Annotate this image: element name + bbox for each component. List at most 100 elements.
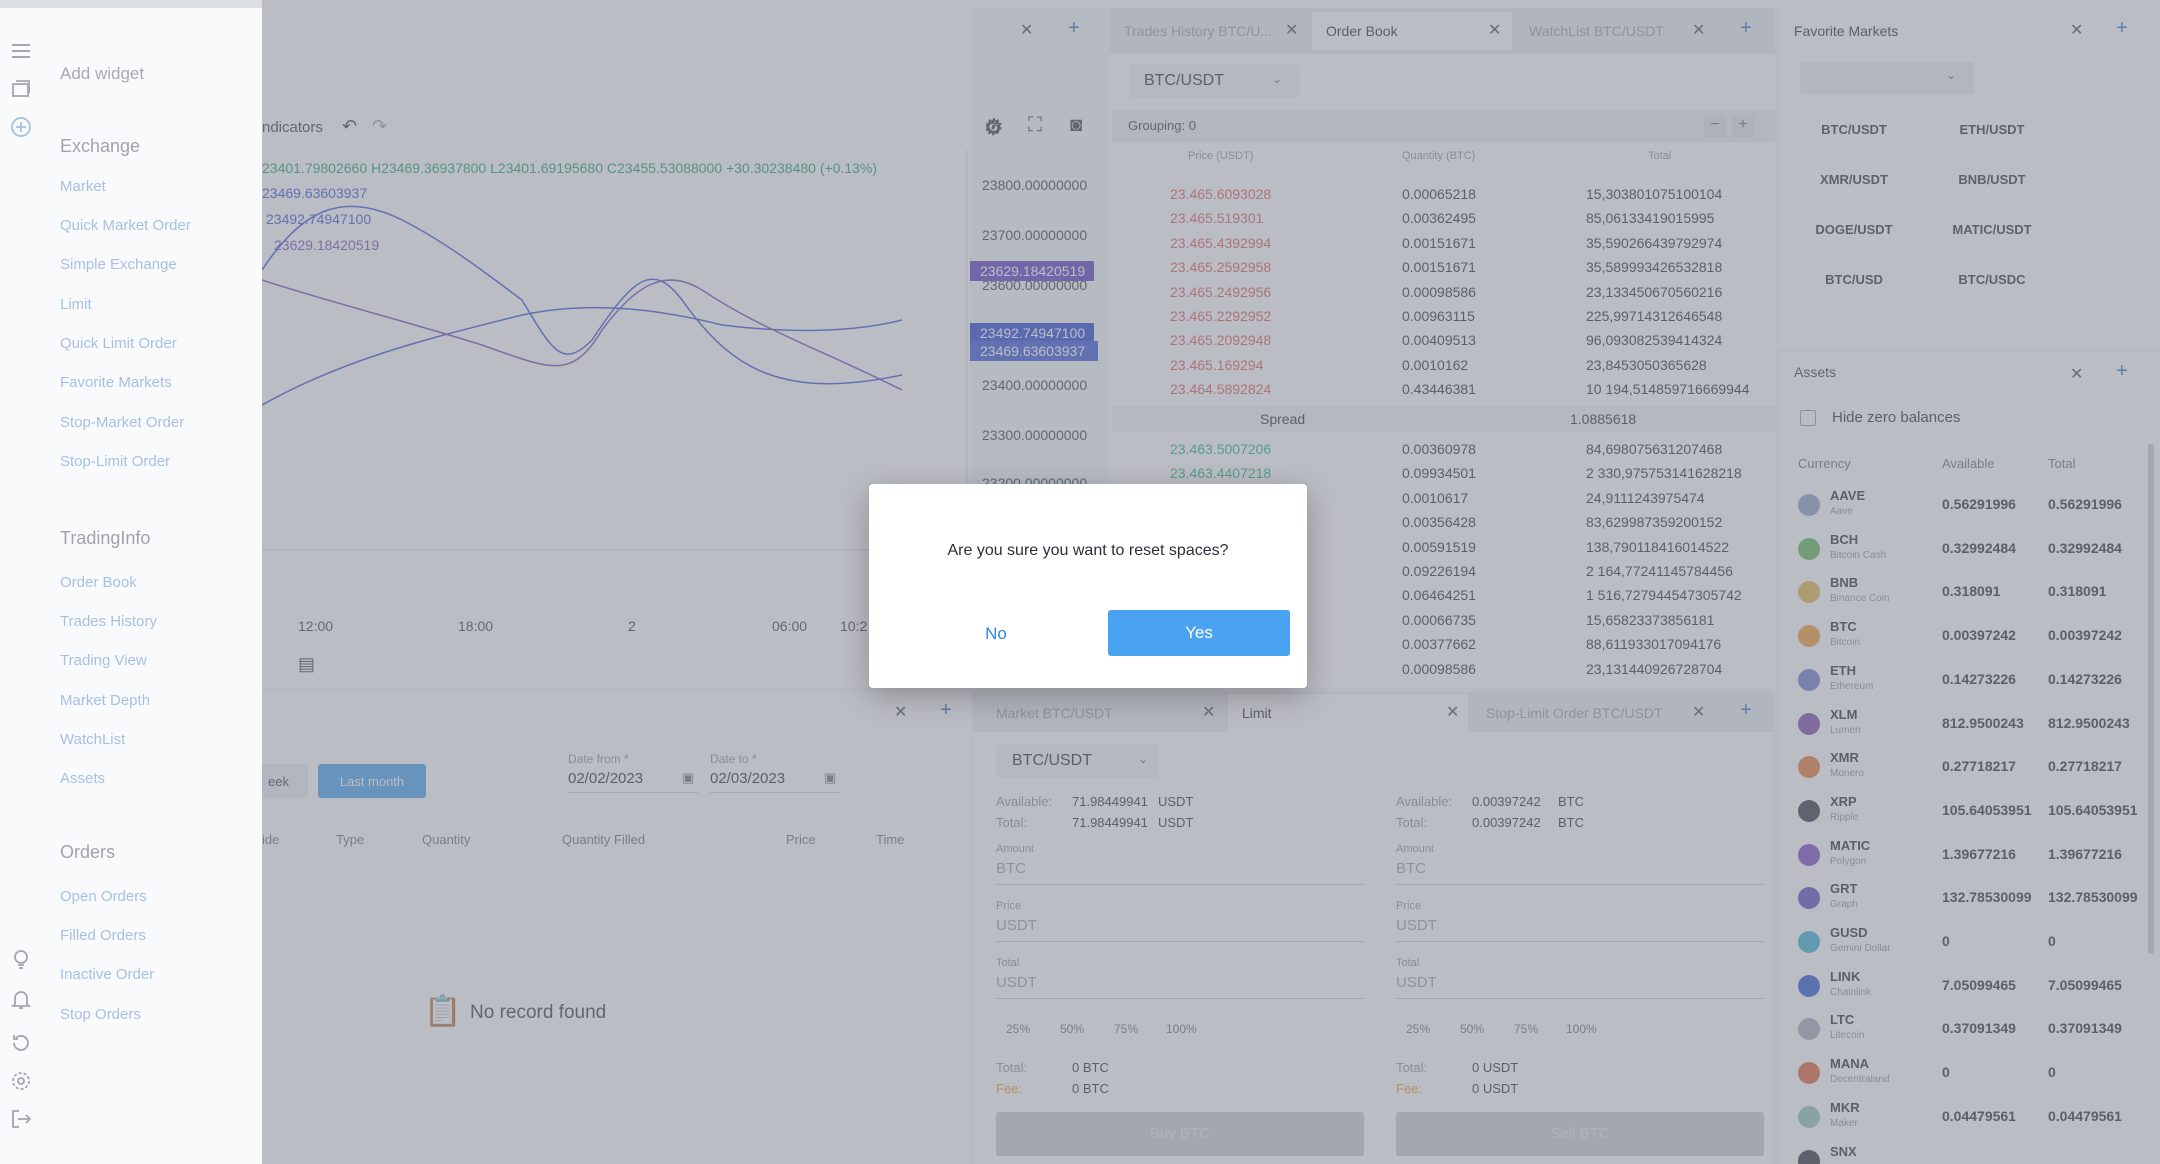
asset-row[interactable]: SNX — [1778, 1140, 2148, 1164]
assets-list[interactable]: AAVE Aave 0.56291996 0.56291996 BCH Bitcoin C… — [1778, 484, 2148, 1164]
sidebar-item-open-orders[interactable]: Open Orders — [60, 888, 147, 905]
sidebar-item-quick-market-order[interactable]: Quick Market Order — [60, 217, 191, 234]
asset-row[interactable]: XLM Lumen 812.9500243 812.9500243 — [1778, 703, 2148, 747]
asset-row[interactable]: BNB Binance Coin 0.318091 0.318091 — [1778, 571, 2148, 615]
sidebar-item-trades-history[interactable]: Trades History — [60, 613, 157, 630]
add-favorite-tab-icon[interactable]: + — [2116, 17, 2128, 40]
sell-pct-100[interactable]: 100% — [1566, 1022, 1597, 1036]
asset-row[interactable]: LTC Litecoin 0.37091349 0.37091349 — [1778, 1008, 2148, 1052]
close-favorite-markets-icon[interactable]: ✕ — [2070, 20, 2083, 40]
indicators-button[interactable]: ndicators — [262, 119, 323, 136]
sidebar-item-market[interactable]: Market — [60, 178, 106, 195]
favorite-pair-btc-usd[interactable]: BTC/USD — [1800, 260, 1908, 298]
grouping-plus-button[interactable]: + — [1732, 116, 1754, 138]
tab-limit[interactable]: Limit — [1228, 694, 1468, 732]
order-book-row[interactable]: 23.465.169294 0.0010162 23,8453050365628 — [1112, 353, 1772, 377]
buy-pct-100[interactable]: 100% — [1166, 1022, 1197, 1036]
asset-row[interactable]: XRP Ripple 105.64053951 105.64053951 — [1778, 790, 2148, 834]
favorite-filter-select[interactable]: ⌄ — [1800, 62, 1974, 94]
settings-icon[interactable]: ⚙ — [984, 114, 1004, 140]
hide-zero-checkbox[interactable] — [1800, 410, 1816, 426]
gear-icon[interactable] — [10, 1070, 32, 1092]
buy-button[interactable]: Buy BTC — [996, 1112, 1364, 1156]
favorite-pair-btc-usdc[interactable]: BTC/USDC — [1938, 260, 2046, 298]
order-book-row[interactable]: 23.465.2592958 0.00151671 35,5899934265328… — [1112, 255, 1772, 279]
sell-pct-75[interactable]: 75% — [1514, 1022, 1538, 1036]
close-chart-tab-icon[interactable]: ✕ — [1020, 20, 1033, 40]
close-orders-tab-icon[interactable]: ✕ — [894, 702, 907, 722]
sidebar-item-favorite-markets[interactable]: Favorite Markets — [60, 374, 172, 391]
price-chart[interactable] — [262, 150, 970, 680]
sidebar-item-stop-market-order[interactable]: Stop-Market Order — [60, 414, 184, 431]
sidebar-item-trading-view[interactable]: Trading View — [60, 652, 147, 669]
close-watchlist-tab-icon[interactable]: ✕ — [1692, 20, 1705, 40]
close-assets-icon[interactable]: ✕ — [2070, 364, 2083, 384]
spaces-icon[interactable] — [10, 78, 32, 100]
bell-icon[interactable] — [10, 988, 32, 1010]
asset-row[interactable]: BTC Bitcoin 0.00397242 0.00397242 — [1778, 615, 2148, 659]
form-pair-select[interactable]: BTC/USDT ⌄ — [996, 744, 1158, 778]
menu-icon[interactable] — [10, 40, 32, 62]
sidebar-item-assets[interactable]: Assets — [60, 770, 105, 787]
order-book-row[interactable]: 23.463.4407218 0.09934501 2 330,9757531416… — [1112, 461, 1772, 485]
buy-price-input[interactable]: USDT — [996, 917, 1037, 934]
logout-icon[interactable] — [10, 1108, 32, 1130]
favorite-pair-eth-usdt[interactable]: ETH/USDT — [1938, 110, 2046, 148]
buy-amount-input[interactable]: BTC — [996, 860, 1026, 877]
asset-row[interactable]: MANA Decentraland 0 0 — [1778, 1052, 2148, 1096]
period-month-button[interactable]: Last month — [318, 764, 426, 798]
asset-row[interactable]: GRT Graph 132.78530099 132.78530099 — [1778, 877, 2148, 921]
sidebar-item-market-depth[interactable]: Market Depth — [60, 692, 150, 709]
asset-row[interactable]: BCH Bitcoin Cash 0.32992484 0.32992484 — [1778, 528, 2148, 572]
lightbulb-icon[interactable] — [10, 948, 32, 970]
order-book-row[interactable]: 23.465.2292952 0.00963115 225,997143126465… — [1112, 304, 1772, 328]
asset-row[interactable]: GUSD Gemini Dollar 0 0 — [1778, 921, 2148, 965]
order-book-row[interactable]: 23.463.5007206 0.00360978 84,6980756312074… — [1112, 437, 1772, 461]
tab-order-book[interactable]: Order Book — [1312, 12, 1512, 50]
order-book-row[interactable]: 23.465.6093028 0.00065218 15,3038010751001… — [1112, 182, 1772, 206]
grouping-minus-button[interactable]: − — [1704, 116, 1726, 138]
favorite-pair-btc-usdt[interactable]: BTC/USDT — [1800, 110, 1908, 148]
close-limit-tab-icon[interactable]: ✕ — [1446, 702, 1459, 722]
sidebar-item-filled-orders[interactable]: Filled Orders — [60, 927, 146, 944]
yes-button[interactable]: Yes — [1108, 610, 1290, 656]
sidebar-item-quick-limit-order[interactable]: Quick Limit Order — [60, 335, 177, 352]
sidebar-item-order-book[interactable]: Order Book — [60, 574, 137, 591]
sidebar-item-limit[interactable]: Limit — [60, 296, 92, 313]
add-assets-tab-icon[interactable]: + — [2116, 360, 2128, 383]
sidebar-item-watchlist[interactable]: WatchList — [60, 731, 125, 748]
favorite-pair-doge-usdt[interactable]: DOGE/USDT — [1800, 210, 1908, 248]
tab-stop-limit[interactable]: Stop-Limit Order BTC/USDT — [1472, 694, 1663, 732]
date-to-input[interactable]: 02/03/2023 — [710, 770, 785, 787]
favorite-pair-matic-usdt[interactable]: MATIC/USDT — [1938, 210, 2046, 248]
fullscreen-icon[interactable]: ⛶ — [1028, 114, 1042, 137]
sell-button[interactable]: Sell BTC — [1396, 1112, 1764, 1156]
sell-price-input[interactable]: USDT — [1396, 917, 1437, 934]
assets-scrollbar[interactable] — [2148, 444, 2154, 954]
sell-pct-50[interactable]: 50% — [1460, 1022, 1484, 1036]
date-from-input[interactable]: 02/02/2023 — [568, 770, 643, 787]
calendar-icon[interactable]: ▤ — [298, 654, 315, 675]
tab-favorite-markets[interactable]: Favorite Markets — [1780, 12, 1898, 50]
order-book-row[interactable]: 23.465.2492956 0.00098586 23,1334506705602… — [1112, 280, 1772, 304]
sidebar-item-stop-orders[interactable]: Stop Orders — [60, 1006, 141, 1023]
order-book-row[interactable]: 23.464.5892824 0.43446381 10 194,514859716… — [1112, 377, 1772, 401]
order-book-row[interactable]: 23.465.519301 0.00362495 85,06133419015995 — [1112, 206, 1772, 230]
add-form-tab-icon[interactable]: + — [1740, 699, 1752, 722]
asset-row[interactable]: XMR Monero 0.27718217 0.27718217 — [1778, 746, 2148, 790]
sidebar-item-simple-exchange[interactable]: Simple Exchange — [60, 256, 177, 273]
pair-select[interactable]: BTC/USDT ⌄ — [1130, 64, 1300, 98]
history-icon[interactable] — [10, 1032, 32, 1054]
add-orders-tab-icon[interactable]: + — [940, 699, 952, 722]
period-week-button[interactable]: eek — [262, 764, 308, 798]
sidebar-item-stop-limit-order[interactable]: Stop-Limit Order — [60, 453, 170, 470]
tab-watchlist[interactable]: WatchList BTC/USDT — [1515, 12, 1664, 50]
order-book-row[interactable]: 23.465.4392994 0.00151671 35,5902664397929… — [1112, 231, 1772, 255]
buy-pct-25[interactable]: 25% — [1006, 1022, 1030, 1036]
no-button[interactable]: No — [931, 612, 1061, 656]
buy-pct-50[interactable]: 50% — [1060, 1022, 1084, 1036]
calendar-icon[interactable]: ▣ — [824, 770, 836, 786]
close-trades-history-tab-icon[interactable]: ✕ — [1285, 20, 1298, 40]
favorite-pair-bnb-usdt[interactable]: BNB/USDT — [1938, 160, 2046, 198]
undo-icon[interactable]: ↶ — [342, 116, 357, 137]
